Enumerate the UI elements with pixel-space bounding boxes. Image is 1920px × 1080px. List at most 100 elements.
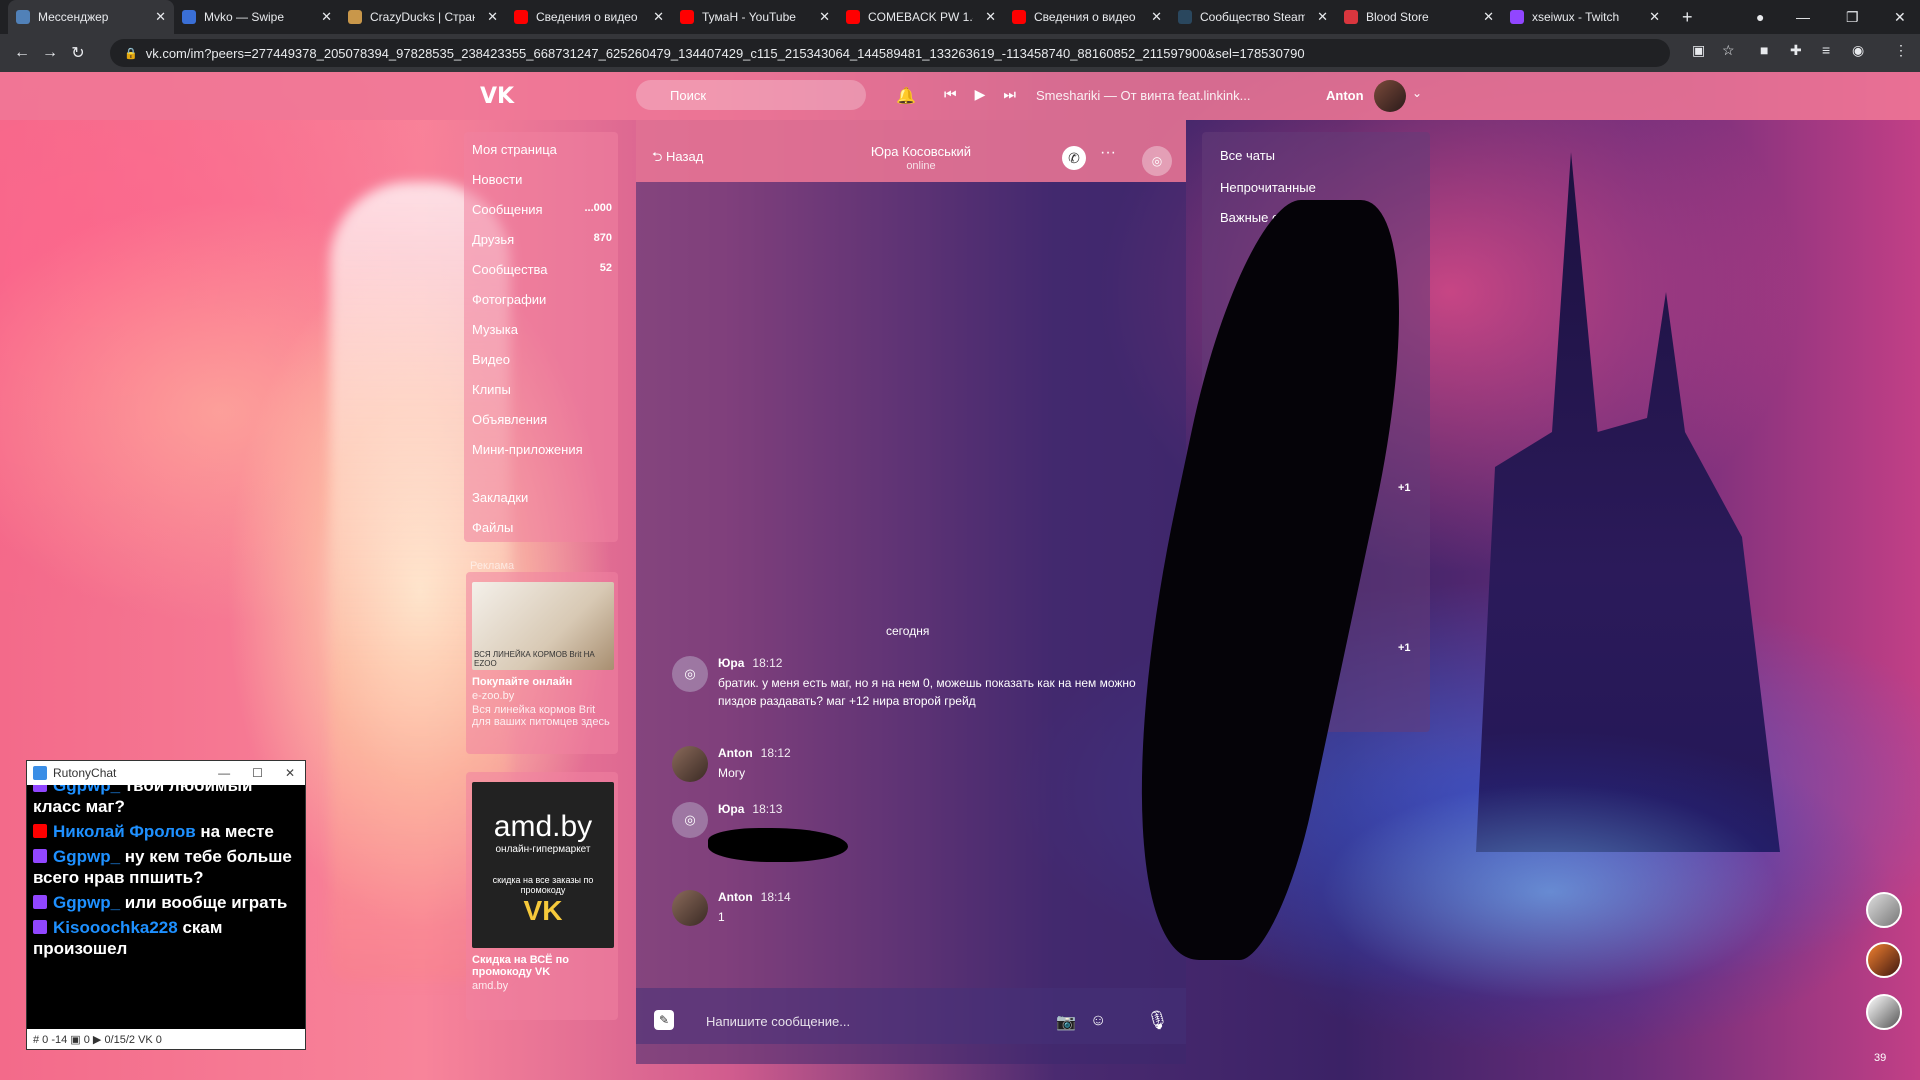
message-author[interactable]: Anton xyxy=(718,890,753,904)
favicon-icon xyxy=(680,10,694,24)
tab[interactable]: COMEBACK PW 1.4 ✕ xyxy=(838,0,1004,34)
menu-item[interactable]: Моя страница xyxy=(472,142,612,157)
audio-player: ⏮ ▶ ⏭ xyxy=(944,86,1016,103)
ad-card-ezoo[interactable]: ВСЯ ЛИНЕЙКА КОРМОВ Brit НА EZOO Покупайт… xyxy=(466,572,618,754)
close-tab-icon[interactable]: ✕ xyxy=(653,9,664,25)
avatar[interactable] xyxy=(1866,942,1902,978)
close-tab-icon[interactable]: ✕ xyxy=(1649,9,1660,25)
avatar-icon[interactable]: ◉ xyxy=(1852,42,1864,59)
back-button[interactable]: ⮌ Назад xyxy=(652,148,703,170)
ad-title[interactable]: Покупайте онлайн xyxy=(466,670,618,688)
ad-card-amd[interactable]: amd.by онлайн-гипермаркет скидка на все … xyxy=(466,772,618,1020)
menu-item[interactable]: Файлы xyxy=(472,520,612,535)
puzzle-icon[interactable]: ✚ xyxy=(1790,42,1802,59)
current-track[interactable]: Smeshariki — От винта feat.linkink... xyxy=(1036,88,1250,103)
search-input[interactable]: Поиск xyxy=(636,80,866,110)
close-tab-icon[interactable]: ✕ xyxy=(487,9,498,25)
phone-icon[interactable]: ✆ xyxy=(1062,146,1086,170)
message-author[interactable]: Юра xyxy=(718,802,744,816)
avatar[interactable] xyxy=(1866,892,1902,928)
tab[interactable]: Blood Store ✕ xyxy=(1336,0,1502,34)
filter-unread[interactable]: Непрочитанные xyxy=(1220,180,1316,195)
chat-line: Ggpwp_ твой любимый класс маг? xyxy=(33,785,299,817)
twitch-icon xyxy=(33,785,47,792)
tab-title: Blood Store xyxy=(1366,10,1429,24)
maximize-button[interactable]: ❐ xyxy=(1846,0,1859,34)
menu-item[interactable]: Друзья 870 xyxy=(472,232,612,247)
forward-arrow-icon[interactable]: → xyxy=(36,44,64,62)
tab[interactable]: Мессенджер ✕ xyxy=(8,0,174,34)
url-field[interactable]: 🔒 vk.com/im?peers=277449378_205078394_97… xyxy=(110,39,1670,67)
message-author[interactable]: Юра xyxy=(718,656,744,670)
close-tab-icon[interactable]: ✕ xyxy=(1483,9,1494,25)
menu-item[interactable]: Объявления xyxy=(472,412,612,427)
tab[interactable]: Сообщество Steam ✕ xyxy=(1170,0,1336,34)
close-tab-icon[interactable]: ✕ xyxy=(321,9,332,25)
playlist-icon[interactable]: ≡ xyxy=(1822,42,1830,58)
menu-item[interactable]: Клипы xyxy=(472,382,612,397)
menu-item[interactable]: Видео xyxy=(472,352,612,367)
play-icon[interactable]: ▶ xyxy=(975,86,986,103)
more-icon[interactable]: ··· xyxy=(1100,144,1116,162)
chevron-down-icon[interactable]: ⌄ xyxy=(1412,86,1422,100)
tab[interactable]: Mvko — Swipe ✕ xyxy=(174,0,340,34)
menu-item[interactable]: Новости xyxy=(472,172,612,187)
camera-avatar-icon[interactable]: ◎ xyxy=(672,656,708,692)
url-text: vk.com/im?peers=277449378_205078394_9782… xyxy=(145,45,1305,61)
user-name[interactable]: Anton xyxy=(1326,88,1364,103)
menu-item[interactable]: Сообщения ...000 xyxy=(472,202,612,217)
reload-icon[interactable]: ↻ xyxy=(64,43,92,63)
smile-icon[interactable]: ☺ xyxy=(1090,1012,1106,1030)
menu-item[interactable]: Фотографии xyxy=(472,292,612,307)
close-tab-icon[interactable]: ✕ xyxy=(985,9,996,25)
star-icon[interactable]: ☆ xyxy=(1722,42,1735,59)
tab[interactable]: Сведения о видео ✕ xyxy=(1004,0,1170,34)
paperclip-icon[interactable]: ✎ xyxy=(654,1010,674,1030)
profile-icon[interactable]: ● xyxy=(1756,0,1764,34)
back-arrow-icon[interactable]: ← xyxy=(8,44,36,62)
minimize-button[interactable]: — xyxy=(218,766,230,780)
filter-all[interactable]: Все чаты xyxy=(1220,148,1275,163)
camera-icon[interactable]: ▣ xyxy=(1692,42,1705,59)
menu-item[interactable]: Закладки xyxy=(472,490,612,505)
bell-icon[interactable]: 🔔 xyxy=(896,86,916,106)
next-track-icon[interactable]: ⏭ xyxy=(1003,86,1016,103)
tab[interactable]: xseiwux - Twitch ✕ xyxy=(1502,0,1668,34)
menu-item[interactable]: Мини-приложения xyxy=(472,442,612,457)
microphone-icon[interactable]: 🎙 xyxy=(1146,1010,1169,1031)
avatar[interactable] xyxy=(1374,80,1406,112)
tab[interactable]: Сведения о видео ✕ xyxy=(506,0,672,34)
close-tab-icon[interactable]: ✕ xyxy=(1317,9,1328,25)
camera-icon[interactable]: 📷 xyxy=(1056,1012,1076,1032)
extension-icon[interactable]: ■ xyxy=(1760,42,1768,58)
maximize-button[interactable]: ☐ xyxy=(252,766,263,780)
close-tab-icon[interactable]: ✕ xyxy=(155,9,166,25)
previous-track-icon[interactable]: ⏮ xyxy=(944,86,957,103)
peer-name[interactable]: Юра Косовський xyxy=(856,144,986,159)
chat-nick: Ggpwp_ xyxy=(53,893,125,912)
avatar[interactable] xyxy=(1866,994,1902,1030)
menu-item[interactable]: Сообщества 52 xyxy=(472,262,612,277)
close-tab-icon[interactable]: ✕ xyxy=(819,9,830,25)
minimize-button[interactable]: — xyxy=(1796,0,1810,34)
tab[interactable]: ТумаН - YouTube ✕ xyxy=(672,0,838,34)
message-time: 18:13 xyxy=(752,802,783,816)
ad-title[interactable]: Скидка на ВСЁ по промокоду VK xyxy=(466,948,618,978)
menu-item-label: Закладки xyxy=(472,490,529,505)
close-window-button[interactable]: ✕ xyxy=(1894,0,1906,34)
vk-logo[interactable]: VK xyxy=(480,84,514,109)
avatar[interactable] xyxy=(672,746,708,782)
avatar[interactable] xyxy=(672,890,708,926)
camera-avatar-icon[interactable]: ◎ xyxy=(1142,146,1172,176)
camera-avatar-icon[interactable]: ◎ xyxy=(672,802,708,838)
menu-item[interactable]: Музыка xyxy=(472,322,612,337)
close-tab-icon[interactable]: ✕ xyxy=(1151,9,1162,25)
menu-item-label: Сообщения xyxy=(472,202,543,217)
new-tab-button[interactable]: + xyxy=(1674,0,1701,34)
message-author[interactable]: Anton xyxy=(718,746,753,760)
menu-icon[interactable]: ⋮ xyxy=(1894,42,1908,59)
tab[interactable]: CrazyDucks | Страница ✕ xyxy=(340,0,506,34)
twitch-icon xyxy=(33,849,47,863)
message-input[interactable]: Напишите сообщение... xyxy=(706,1014,850,1029)
close-button[interactable]: ✕ xyxy=(285,766,295,780)
